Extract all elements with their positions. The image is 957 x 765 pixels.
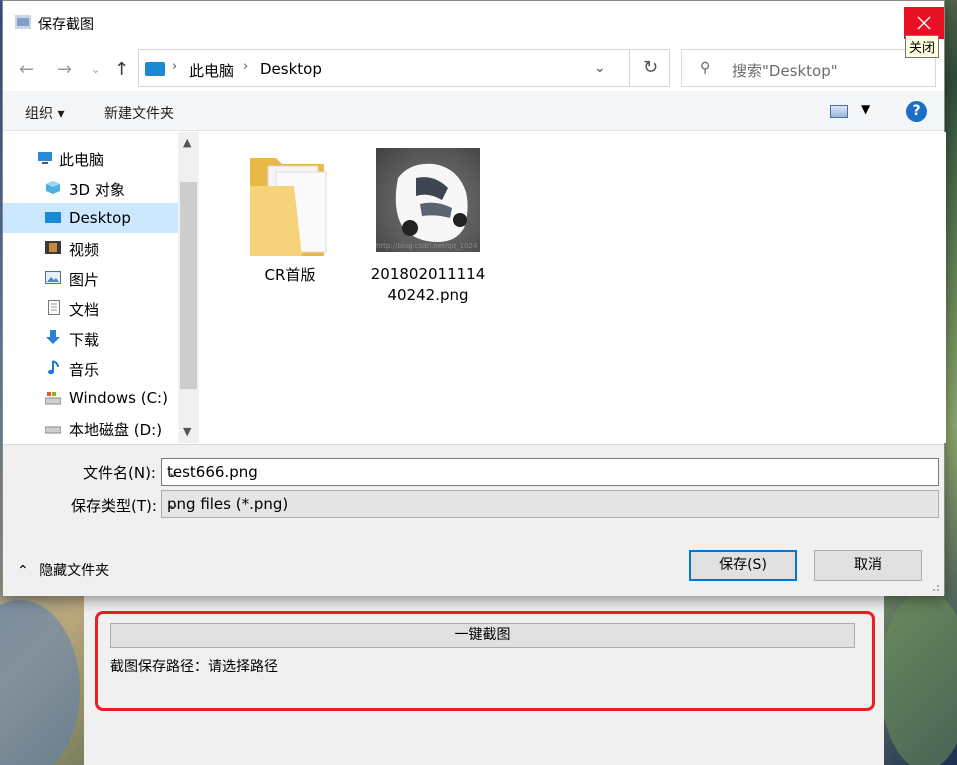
sidebar-item-label: Desktop	[69, 209, 131, 227]
sidebar-item-label: 视频	[69, 241, 100, 259]
breadcrumb-this-pc[interactable]: 此电脑	[189, 60, 234, 81]
save-button[interactable]: 保存(S)	[689, 550, 797, 581]
organize-menu[interactable]: 组织 ▾	[25, 103, 64, 123]
back-arrow-icon[interactable]: ←	[19, 59, 34, 80]
sidebar-item-label: 3D 对象	[69, 181, 125, 199]
car-image: http://blog.csdn.net/qq_1024	[376, 163, 478, 250]
search-icon: ⚲	[700, 60, 711, 76]
sidebar-item-music[interactable]: 音乐	[3, 353, 178, 383]
refresh-icon: ↻	[642, 57, 659, 78]
close-icon	[917, 16, 931, 30]
titlebar: 保存截图	[3, 1, 944, 45]
address-bar[interactable]: › 此电脑 › Desktop ⌄ ↻	[138, 49, 670, 87]
chevron-down-icon[interactable]: ▼	[861, 102, 870, 116]
sidebar-item-drive-d[interactable]: 本地磁盘 (D:)	[3, 413, 178, 443]
sidebar-item-3d-objects[interactable]: 3D 对象	[3, 173, 178, 203]
sidebar-item-videos[interactable]: 视频	[3, 233, 178, 263]
filetype-label: 保存类型(T):	[71, 497, 157, 515]
download-icon	[46, 330, 60, 344]
filetype-select[interactable]: png files (*.png) ⌄	[161, 490, 939, 518]
forward-arrow-icon[interactable]: →	[57, 59, 72, 80]
sidebar-item-desktop[interactable]: Desktop	[3, 203, 178, 233]
scrollbar-thumb[interactable]	[180, 182, 197, 389]
image-thumbnail[interactable]: http://blog.csdn.net/qq_1024	[376, 148, 480, 252]
music-icon	[48, 360, 59, 375]
sidebar-scrollbar[interactable]: ▲ ▼	[178, 132, 199, 443]
chevron-down-icon[interactable]: ⌄	[594, 60, 606, 76]
search-input[interactable]: ⚲ 搜索"Desktop"	[681, 49, 936, 87]
filename-field[interactable]: test666.png ⌄	[161, 458, 939, 486]
drive-icon	[45, 392, 61, 405]
sidebar-item-label: 本地磁盘 (D:)	[69, 421, 163, 439]
up-arrow-icon[interactable]: ↑	[114, 59, 129, 80]
close-tooltip: 关闭	[905, 35, 940, 58]
save-dialog: 保存截图 ← → ⌄ ↑ › 此电脑 › Desktop ⌄ ↻ ⚲ 搜索"De…	[2, 0, 946, 596]
chevron-up-icon: ⌃	[17, 563, 29, 579]
sidebar-item-label: Windows (C:)	[69, 389, 168, 407]
sidebar-item-label: 下载	[69, 331, 100, 349]
background-decoration	[0, 600, 80, 765]
video-icon	[45, 241, 61, 254]
hide-folders-label: 隐藏文件夹	[39, 563, 110, 579]
document-icon	[48, 300, 60, 315]
view-mode-icon[interactable]	[830, 105, 848, 118]
image-file-item[interactable]: 201802011114 40242.png	[368, 264, 488, 306]
file-name-line2: 40242.png	[387, 286, 469, 304]
navigation-pane: 此电脑 3D 对象 Desktop 视频 图片 文档 下载 音乐 Windows…	[3, 132, 199, 443]
dialog-app-icon	[15, 15, 31, 29]
highlight-annotation	[95, 611, 875, 711]
sidebar-item-downloads[interactable]: 下载	[3, 323, 178, 353]
folder-icon	[250, 158, 327, 256]
search-placeholder: 搜索"Desktop"	[732, 62, 838, 80]
chevron-down-icon[interactable]: ⌄	[167, 495, 932, 513]
breadcrumb-separator-icon[interactable]: ›	[172, 59, 177, 74]
navigation-row: ← → ⌄ ↑ › 此电脑 › Desktop ⌄ ↻ ⚲ 搜索"Desktop…	[3, 45, 944, 91]
computer-icon	[38, 152, 52, 164]
refresh-button[interactable]: ↻	[629, 50, 671, 86]
cube-icon	[46, 181, 60, 194]
thumbnail-watermark: http://blog.csdn.net/qq_1024	[376, 242, 478, 250]
drive-icon	[45, 426, 61, 434]
recent-locations-icon[interactable]: ⌄	[91, 63, 100, 76]
sidebar-item-label: 音乐	[69, 361, 100, 379]
chevron-up-icon[interactable]: ▲	[183, 136, 191, 149]
help-icon[interactable]: ?	[906, 101, 927, 122]
sidebar-item-pictures[interactable]: 图片	[3, 263, 178, 293]
computer-icon	[145, 62, 165, 76]
hide-folders-toggle[interactable]: ⌃ 隐藏文件夹	[17, 560, 109, 580]
sidebar-item-label: 文档	[69, 301, 100, 319]
folder-name: CR首版	[264, 266, 316, 284]
file-name-line1: 201802011114	[370, 265, 486, 283]
sidebar-item-this-pc[interactable]: 此电脑	[3, 143, 178, 173]
background-decoration	[880, 590, 957, 765]
filename-label: 文件名(N):	[83, 464, 156, 482]
sidebar-item-label: 此电脑	[59, 151, 105, 169]
chevron-down-icon[interactable]: ▼	[183, 425, 191, 438]
sidebar-item-label: 图片	[69, 271, 100, 289]
sidebar-item-documents[interactable]: 文档	[3, 293, 178, 323]
dialog-footer: 文件名(N): test666.png ⌄ 保存类型(T): png files…	[3, 444, 944, 596]
desktop-icon	[45, 212, 61, 223]
dialog-title: 保存截图	[38, 17, 94, 33]
breadcrumb-separator-icon[interactable]: ›	[243, 59, 248, 74]
resize-grip-icon[interactable]	[930, 582, 940, 592]
breadcrumb-desktop[interactable]: Desktop	[260, 60, 322, 78]
picture-icon	[45, 271, 61, 284]
sidebar-item-drive-c[interactable]: Windows (C:)	[3, 383, 178, 413]
toolbar: 组织 ▾ 新建文件夹 ▼ ?	[3, 91, 944, 131]
file-list: CR首版 http://blog.csdn.net/qq_1024 201802…	[200, 132, 946, 443]
cancel-button[interactable]: 取消	[814, 550, 922, 581]
new-folder-button[interactable]: 新建文件夹	[104, 103, 174, 123]
chevron-down-icon[interactable]: ⌄	[167, 463, 932, 481]
